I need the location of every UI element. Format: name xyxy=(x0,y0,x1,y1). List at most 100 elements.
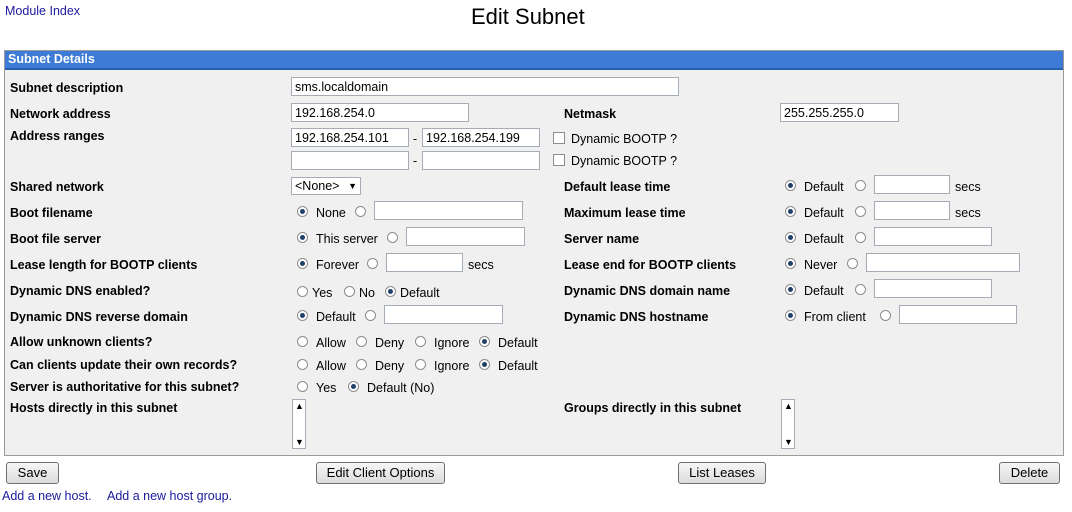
netmask-label: Netmask xyxy=(564,107,617,121)
boot-server-custom-radio[interactable] xyxy=(387,232,398,243)
update-ignore-radio[interactable] xyxy=(415,359,426,370)
server-name-input[interactable] xyxy=(874,227,992,246)
max-lease-input[interactable] xyxy=(874,201,950,220)
max-lease-default-radio[interactable] xyxy=(785,206,796,217)
hosts-in-subnet-label: Hosts directly in this subnet xyxy=(10,401,178,415)
ddns-domain-custom-radio[interactable] xyxy=(855,284,866,295)
lease-length-unit: secs xyxy=(468,258,494,272)
boot-filename-none-radio[interactable] xyxy=(297,206,308,217)
scroll-down-icon[interactable]: ▼ xyxy=(295,437,304,447)
lease-end-never-radio[interactable] xyxy=(785,258,796,269)
scroll-up-icon[interactable]: ▲ xyxy=(295,401,304,411)
update-deny-radio[interactable] xyxy=(356,359,367,370)
network-address-label: Network address xyxy=(10,107,111,121)
page-title: Edit Subnet xyxy=(471,4,585,29)
clients-update-label: Can clients update their own records? xyxy=(10,358,238,372)
network-address-input[interactable] xyxy=(291,103,469,122)
ddns-hostname-client-radio[interactable] xyxy=(785,310,796,321)
lease-length-forever-radio[interactable] xyxy=(297,258,308,269)
shared-network-label: Shared network xyxy=(10,180,104,194)
shared-network-value: <None> xyxy=(295,179,340,193)
unknown-ignore-label: Ignore xyxy=(434,336,470,350)
ddns-hostname-custom-radio[interactable] xyxy=(880,310,891,321)
lease-length-input[interactable] xyxy=(386,253,463,272)
subnet-details-panel: Subnet Details Subnet description Networ… xyxy=(4,50,1064,456)
ddns-domain-input[interactable] xyxy=(874,279,992,298)
max-lease-custom-radio[interactable] xyxy=(855,206,866,217)
allow-unknown-label: Allow unknown clients? xyxy=(10,335,153,349)
module-index-link[interactable]: Module Index xyxy=(5,4,80,18)
server-name-default-label: Default xyxy=(804,232,844,246)
chevron-down-icon: ▼ xyxy=(348,181,357,191)
maximum-lease-time-label: Maximum lease time xyxy=(564,206,686,220)
lease-length-bootp-label: Lease length for BOOTP clients xyxy=(10,258,198,272)
update-default-radio[interactable] xyxy=(479,359,490,370)
add-host-link[interactable]: Add a new host. xyxy=(2,489,92,503)
delete-button[interactable]: Delete xyxy=(999,462,1060,484)
range-2-dynamic-bootp-checkbox[interactable] xyxy=(553,154,565,166)
update-ignore-label: Ignore xyxy=(434,359,470,373)
lease-end-input[interactable] xyxy=(866,253,1020,272)
range-2-dash: - xyxy=(413,154,418,168)
subnet-description-input[interactable] xyxy=(291,77,679,96)
ddns-domain-default-label: Default xyxy=(804,284,844,298)
unknown-ignore-radio[interactable] xyxy=(415,336,426,347)
max-lease-default-label: Default xyxy=(804,206,844,220)
ddns-yes-label: Yes xyxy=(312,286,333,300)
authoritative-yes-label: Yes xyxy=(316,381,337,395)
ddns-default-radio[interactable] xyxy=(385,286,396,297)
ddns-default-label: Default xyxy=(400,286,440,300)
default-lease-input[interactable] xyxy=(874,175,950,194)
shared-network-select[interactable]: <None> ▼ xyxy=(291,177,361,195)
default-lease-default-radio[interactable] xyxy=(785,180,796,191)
lease-length-custom-radio[interactable] xyxy=(367,258,378,269)
range-2-dynamic-bootp-label: Dynamic BOOTP ? xyxy=(571,154,678,168)
range-1-from-input[interactable] xyxy=(291,128,409,147)
boot-filename-custom-radio[interactable] xyxy=(355,206,366,217)
boot-server-this-radio[interactable] xyxy=(297,232,308,243)
groups-listbox[interactable]: ▲ ▼ xyxy=(781,399,795,449)
boot-filename-input[interactable] xyxy=(374,201,523,220)
scroll-up-icon[interactable]: ▲ xyxy=(784,401,793,411)
default-lease-custom-radio[interactable] xyxy=(855,180,866,191)
address-ranges-label: Address ranges xyxy=(10,129,105,143)
update-default-label: Default xyxy=(498,359,538,373)
lease-length-forever-label: Forever xyxy=(316,258,360,272)
netmask-input[interactable] xyxy=(780,103,899,122)
hosts-listbox[interactable]: ▲ ▼ xyxy=(292,399,306,449)
ddns-yes-radio[interactable] xyxy=(297,286,308,297)
unknown-default-radio[interactable] xyxy=(479,336,490,347)
authoritative-default-radio[interactable] xyxy=(348,381,359,392)
unknown-default-label: Default xyxy=(498,336,538,350)
update-allow-radio[interactable] xyxy=(297,359,308,370)
lease-end-never-label: Never xyxy=(804,258,838,272)
boot-file-server-label: Boot file server xyxy=(10,232,102,246)
save-button[interactable]: Save xyxy=(6,462,59,484)
ddns-hostname-input[interactable] xyxy=(899,305,1017,324)
list-leases-button[interactable]: List Leases xyxy=(678,462,766,484)
range-1-dynamic-bootp-checkbox[interactable] xyxy=(553,132,565,144)
range-2-to-input[interactable] xyxy=(422,151,540,170)
server-name-custom-radio[interactable] xyxy=(855,232,866,243)
ddns-reverse-input[interactable] xyxy=(384,305,503,324)
scroll-down-icon[interactable]: ▼ xyxy=(784,437,793,447)
update-allow-label: Allow xyxy=(316,359,346,373)
default-lease-default-label: Default xyxy=(804,180,844,194)
unknown-deny-radio[interactable] xyxy=(356,336,367,347)
edit-client-options-button[interactable]: Edit Client Options xyxy=(316,462,445,484)
range-1-dynamic-bootp-label: Dynamic BOOTP ? xyxy=(571,132,678,146)
ddns-no-radio[interactable] xyxy=(344,286,355,297)
unknown-allow-radio[interactable] xyxy=(297,336,308,347)
server-name-default-radio[interactable] xyxy=(785,232,796,243)
range-2-from-input[interactable] xyxy=(291,151,409,170)
range-1-dash: - xyxy=(413,132,418,146)
dynamic-dns-domain-label: Dynamic DNS domain name xyxy=(564,284,731,298)
ddns-domain-default-radio[interactable] xyxy=(785,284,796,295)
ddns-reverse-default-radio[interactable] xyxy=(297,310,308,321)
ddns-reverse-custom-radio[interactable] xyxy=(365,310,376,321)
range-1-to-input[interactable] xyxy=(422,128,540,147)
lease-end-custom-radio[interactable] xyxy=(847,258,858,269)
boot-server-input[interactable] xyxy=(406,227,525,246)
authoritative-yes-radio[interactable] xyxy=(297,381,308,392)
add-host-group-link[interactable]: Add a new host group. xyxy=(107,489,232,503)
